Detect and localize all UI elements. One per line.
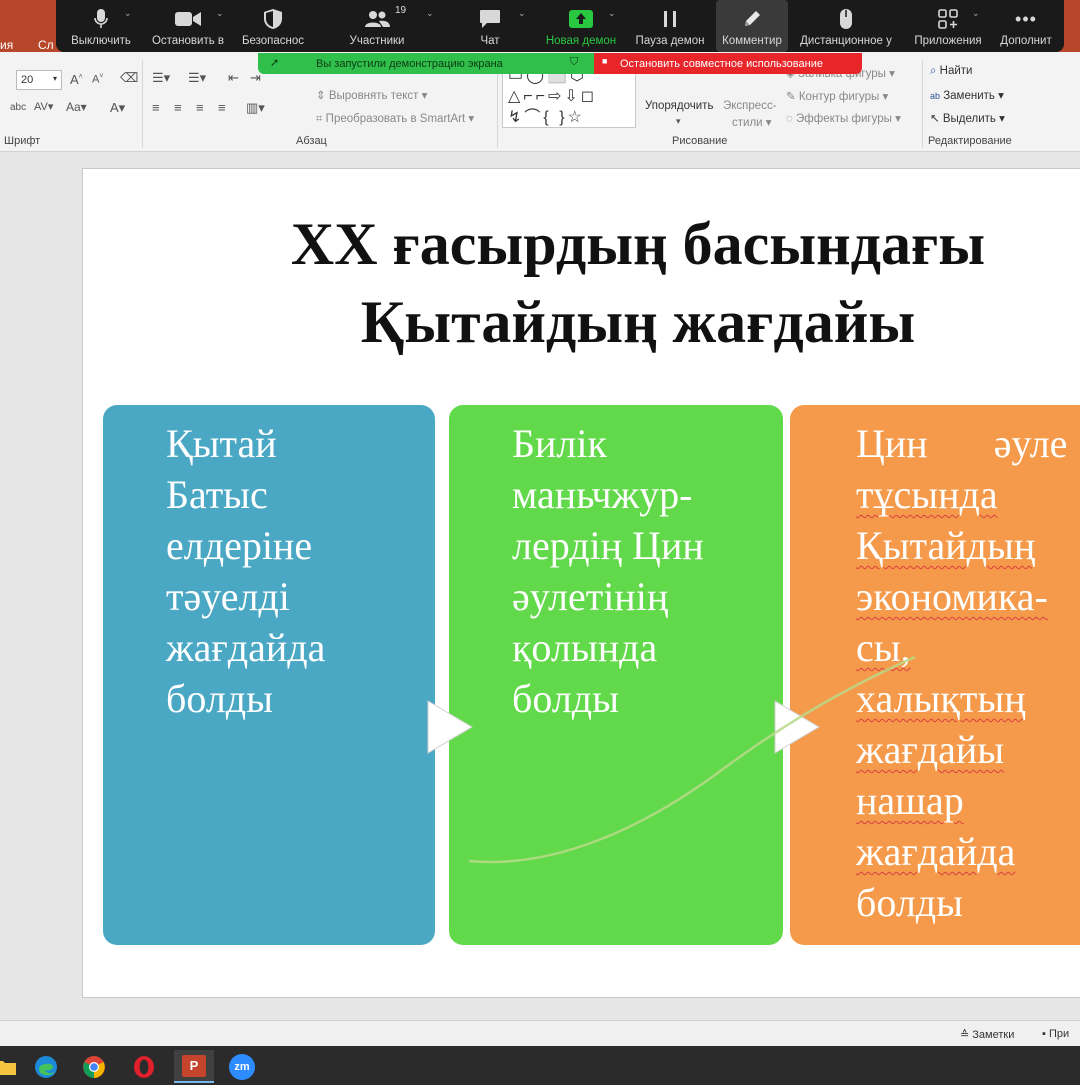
opera-icon[interactable]: [124, 1050, 164, 1083]
arrange-button[interactable]: Упорядочить: [645, 100, 713, 112]
drawing-group-label: Рисование: [672, 135, 728, 147]
annotation-stroke: [468, 655, 916, 864]
chrome-icon[interactable]: [74, 1050, 114, 1083]
increase-font-icon[interactable]: A˄: [70, 72, 83, 87]
shape-effects-button[interactable]: ◌ Эффекты фигуры ▾: [786, 111, 901, 125]
pencil-icon: [742, 6, 762, 32]
font-group-label: Шрифт: [4, 135, 41, 147]
edge-icon[interactable]: [26, 1050, 66, 1083]
video-camera-icon: [175, 6, 201, 32]
powerpoint-icon[interactable]: P: [174, 1050, 214, 1083]
arrange-caret-icon[interactable]: ▾: [676, 116, 681, 127]
align-left-icon[interactable]: ≡: [152, 100, 160, 115]
remote-control-button[interactable]: Дистанционное у: [794, 0, 898, 52]
decrease-indent-icon[interactable]: ⇤: [228, 70, 239, 86]
justify-icon[interactable]: ≡: [218, 100, 226, 115]
stop-share-button[interactable]: ■ Остановить совместное использование: [594, 53, 862, 74]
participants-icon: [363, 6, 391, 32]
shield-icon: [263, 6, 283, 32]
chevron-down-icon[interactable]: ⌄: [518, 8, 526, 19]
replace-icon: ab: [930, 91, 941, 101]
change-case-icon[interactable]: Aa▾: [66, 100, 87, 114]
align-text-button[interactable]: ⇕ Выровнять текст ▾: [316, 88, 427, 102]
strikethrough-icon[interactable]: abc: [10, 102, 26, 113]
apps-icon: [938, 6, 958, 32]
convert-smartart-button[interactable]: ⌗ Преобразовать в SmartArt ▾: [316, 111, 474, 126]
columns-icon[interactable]: ▥▾: [246, 100, 265, 116]
numbering-icon[interactable]: ☰▾: [188, 70, 206, 86]
shape-outline-button[interactable]: ✎ Контур фигуры ▾: [786, 89, 888, 103]
clear-format-icon[interactable]: ⌫: [120, 70, 138, 86]
file-explorer-icon[interactable]: [0, 1050, 26, 1083]
char-spacing-icon[interactable]: AV▾: [34, 100, 53, 113]
chat-icon: [479, 6, 501, 32]
font-size-input[interactable]: 20 ▾: [16, 70, 62, 90]
annotate-button[interactable]: Комментир: [716, 0, 788, 52]
pause-icon: [662, 6, 678, 32]
replace-button[interactable]: ab Заменить ▾: [930, 88, 1004, 102]
ribbon-divider: [142, 60, 143, 148]
microphone-icon: [94, 6, 108, 32]
cursor-icon: ↖: [930, 113, 940, 125]
search-icon: ⌕: [930, 65, 937, 77]
zoom-meeting-toolbar: Выключить ⌄ Остановить в ⌄ Безопаснос Уч…: [56, 0, 1064, 52]
chevron-down-icon[interactable]: ⌄: [124, 8, 132, 19]
stop-square-icon: ■: [602, 56, 608, 66]
editing-group-label: Редактирование: [928, 135, 1012, 147]
stop-share-label: Остановить совместное использование: [620, 57, 823, 70]
participants-count-badge: 19: [395, 5, 407, 16]
status-bar: ≙ Заметки ▪ При: [0, 1020, 1080, 1046]
security-button[interactable]: Безопаснос: [234, 0, 312, 52]
more-button[interactable]: ••• Дополнит: [994, 0, 1058, 52]
zoom-icon[interactable]: zm: [222, 1050, 262, 1083]
comments-button[interactable]: ▪ При: [1042, 1028, 1069, 1040]
chevron-down-icon[interactable]: ⌄: [972, 8, 980, 19]
select-button[interactable]: ↖ Выделить ▾: [930, 111, 1005, 125]
slide-editor-area: XX ғасырдың басындағы Қытайдың жағдайы Қ…: [0, 152, 1080, 1020]
mouse-icon: [839, 6, 853, 32]
decrease-font-icon[interactable]: A˅: [92, 73, 103, 86]
ribbon-tab-partial[interactable]: ия: [0, 38, 13, 52]
chevron-down-icon[interactable]: ⌄: [216, 8, 224, 19]
ribbon-divider: [922, 60, 923, 148]
ribbon-tab-slideshow-partial[interactable]: Сл: [38, 38, 54, 52]
shield-check-icon: ⛉: [570, 56, 579, 68]
screen-share-banner: ➚ Вы запустили демонстрацию экрана ⛉: [258, 53, 594, 74]
share-status-icon: ➚: [270, 57, 280, 69]
windows-taskbar: P zm: [0, 1046, 1080, 1085]
quick-styles-button[interactable]: Экспресс-: [723, 100, 777, 112]
share-banner-text: Вы запустили демонстрацию экрана: [316, 57, 503, 70]
paragraph-group-label: Абзац: [296, 135, 327, 147]
chevron-down-icon[interactable]: ⌄: [426, 8, 434, 19]
participants-button[interactable]: Участники: [332, 0, 422, 52]
pause-share-button[interactable]: Пауза демон: [630, 0, 710, 52]
notes-button[interactable]: ≙ Заметки: [960, 1028, 1014, 1041]
bullets-icon[interactable]: ☰▾: [152, 70, 170, 86]
find-button[interactable]: ⌕ Найти: [930, 65, 972, 78]
more-icon: •••: [1015, 8, 1037, 29]
align-center-icon[interactable]: ≡: [174, 100, 182, 115]
share-screen-icon: [569, 6, 593, 32]
slide-canvas[interactable]: XX ғасырдың басындағы Қытайдың жағдайы Қ…: [82, 168, 1080, 998]
chevron-down-icon[interactable]: ⌄: [608, 8, 616, 19]
font-color-icon[interactable]: A▾: [110, 100, 125, 116]
align-right-icon[interactable]: ≡: [196, 100, 204, 115]
chat-button[interactable]: Чат: [460, 0, 520, 52]
quick-styles-button-line2[interactable]: стили ▾: [732, 115, 772, 129]
